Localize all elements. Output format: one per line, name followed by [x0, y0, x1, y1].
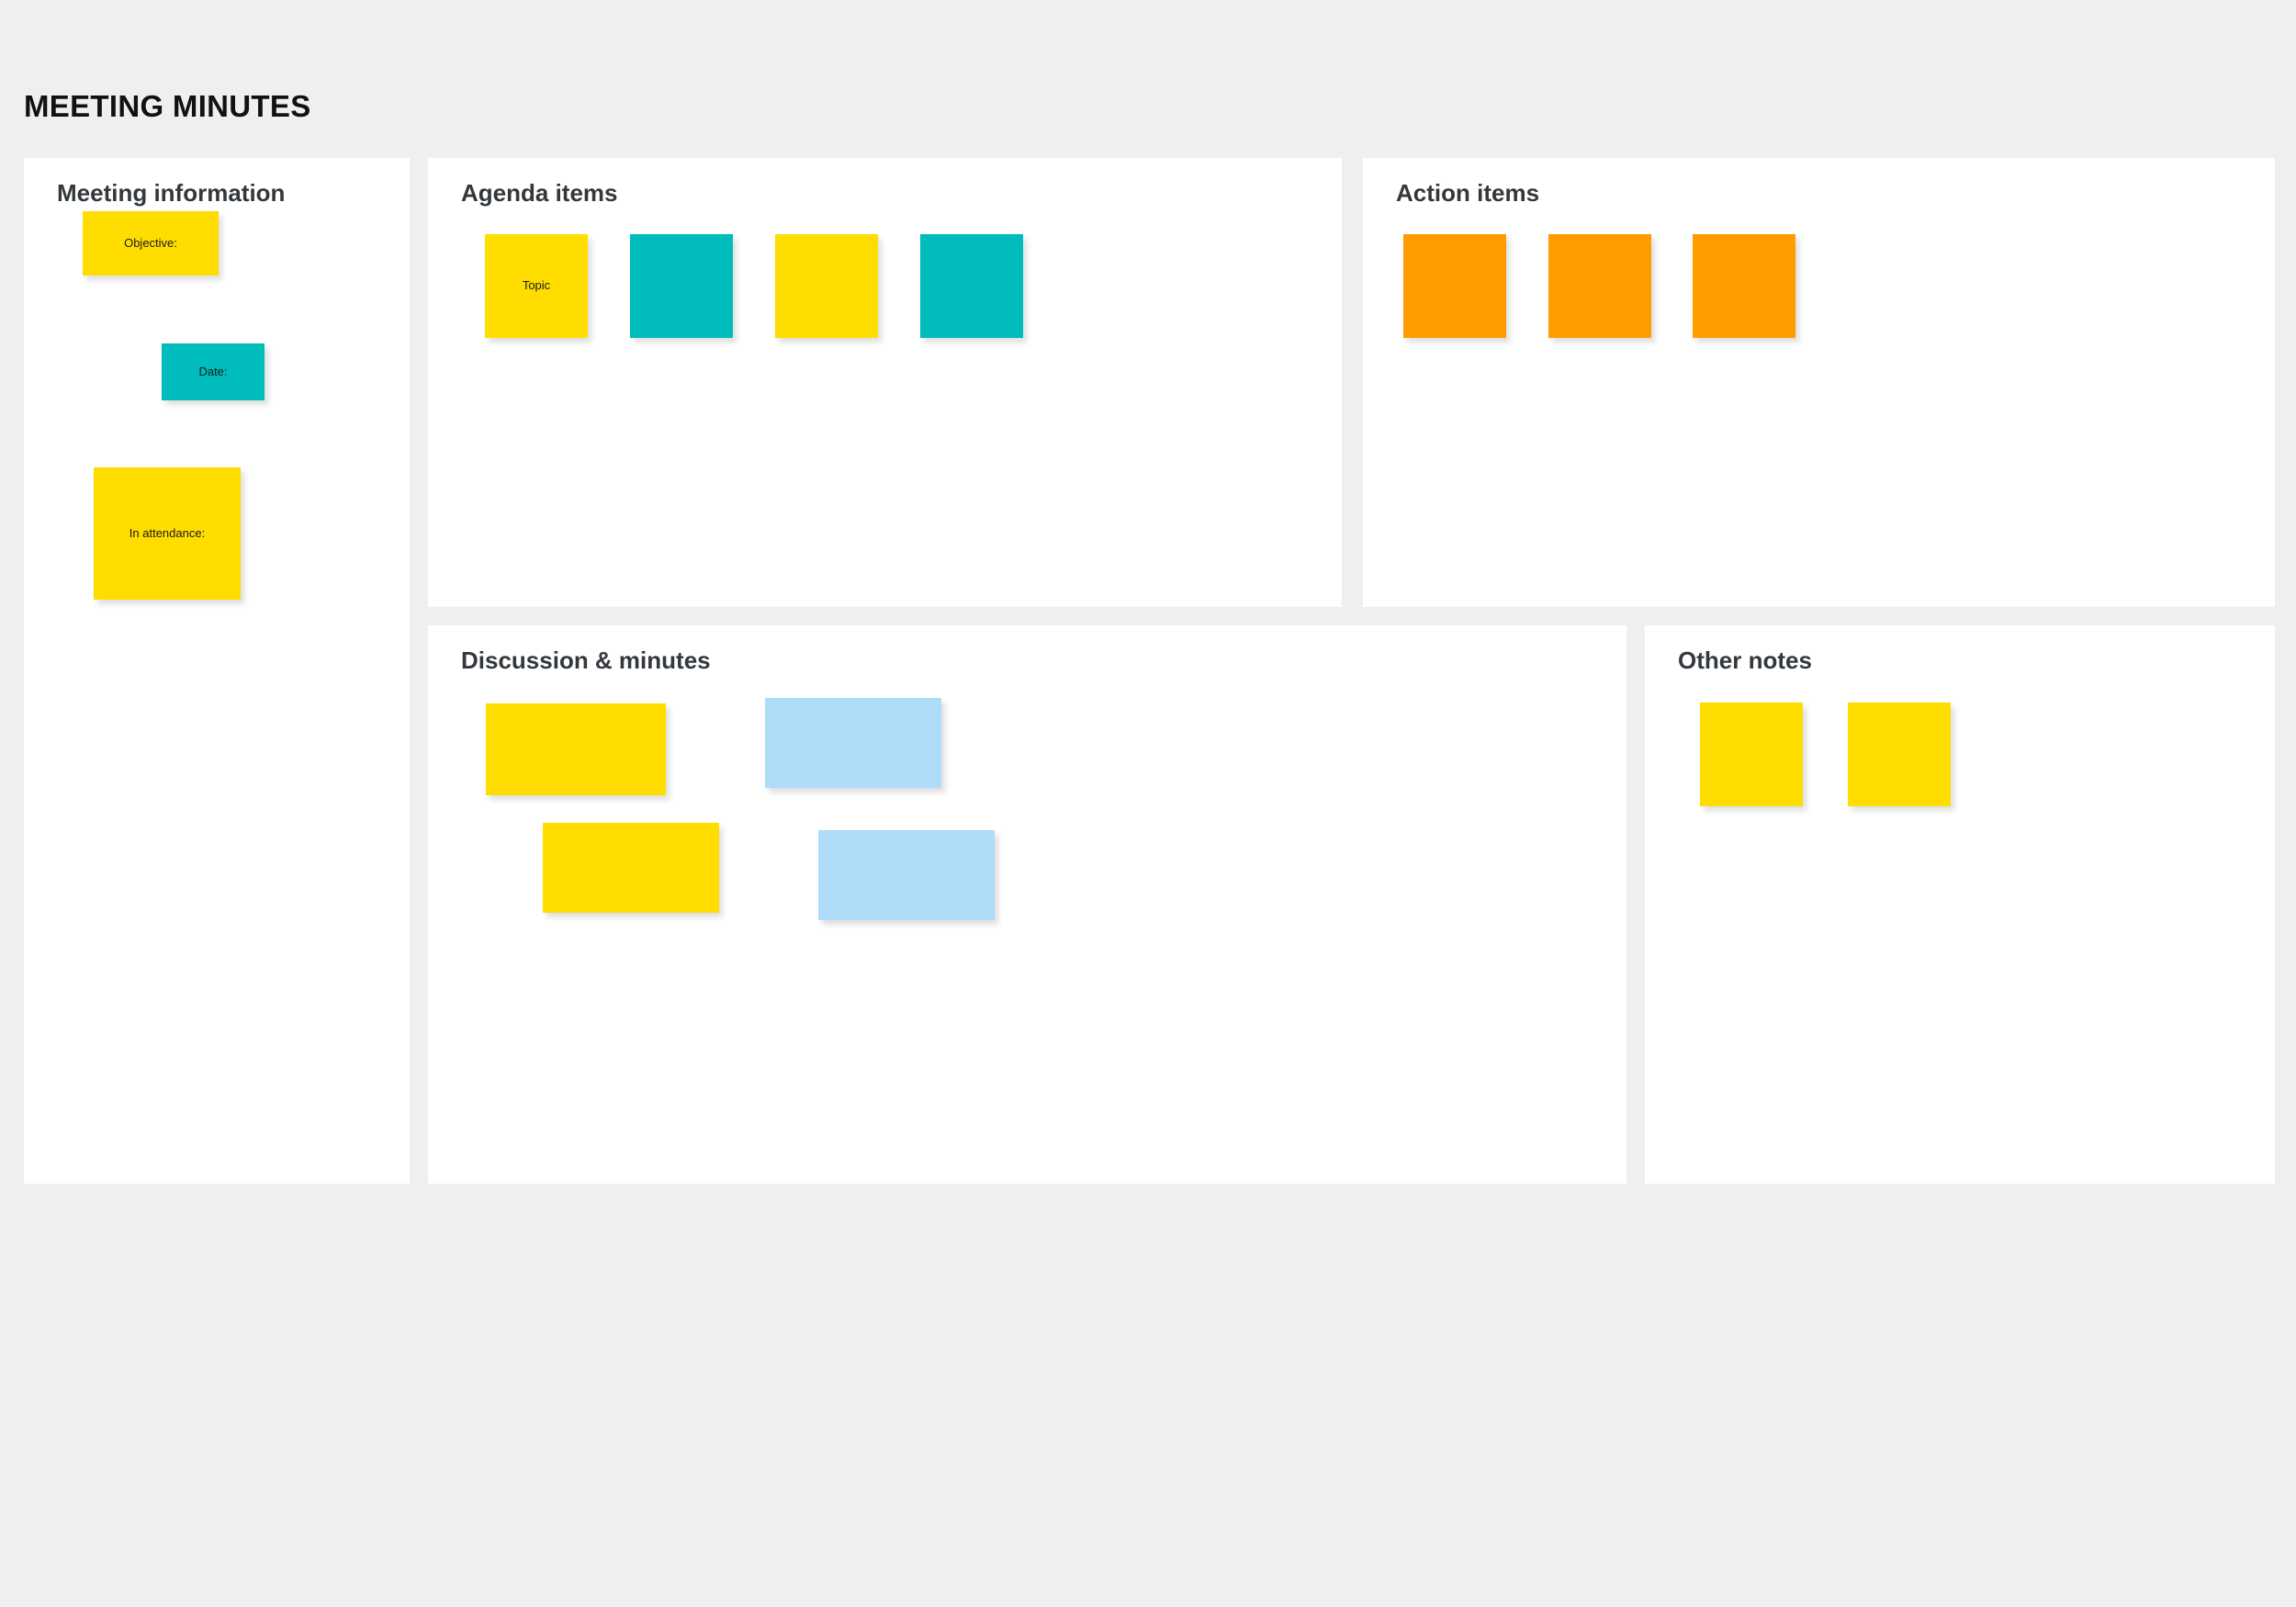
- note-canvas-other-notes[interactable]: [1645, 625, 2275, 1184]
- sticky-note[interactable]: Topic: [485, 234, 588, 338]
- panel-discussion-minutes[interactable]: Discussion & minutes: [428, 625, 1626, 1184]
- panel-meeting-information[interactable]: Meeting information Objective: Date: In at…: [24, 158, 410, 1184]
- sticky-note[interactable]: [543, 823, 719, 913]
- panel-action-items[interactable]: Action items: [1363, 158, 2275, 607]
- sticky-note[interactable]: [818, 830, 995, 920]
- sticky-note[interactable]: [775, 234, 878, 338]
- sticky-note[interactable]: [1693, 234, 1795, 338]
- sticky-note[interactable]: [1700, 702, 1803, 806]
- sticky-note[interactable]: [920, 234, 1023, 338]
- sticky-note[interactable]: [630, 234, 733, 338]
- sticky-note[interactable]: Date:: [162, 343, 264, 400]
- sticky-note[interactable]: [1548, 234, 1651, 338]
- panel-other-notes[interactable]: Other notes: [1645, 625, 2275, 1184]
- sticky-note-label: Objective:: [124, 235, 177, 250]
- note-canvas-meeting-information[interactable]: Objective: Date: In attendance:: [24, 158, 410, 1184]
- sticky-note[interactable]: [1848, 702, 1951, 806]
- note-canvas-discussion-minutes[interactable]: [428, 625, 1626, 1184]
- sticky-note[interactable]: [765, 698, 941, 788]
- sticky-note-label: Topic: [522, 278, 551, 293]
- sticky-note[interactable]: Objective:: [83, 211, 219, 275]
- board-title: MEETING MINUTES: [24, 89, 311, 123]
- sticky-note-label: Date:: [198, 364, 228, 378]
- panel-agenda-items[interactable]: Agenda items Topic: [428, 158, 1342, 607]
- sticky-note-label: In attendance:: [129, 525, 206, 540]
- note-canvas-action-items[interactable]: [1363, 158, 2275, 607]
- note-canvas-agenda-items[interactable]: Topic: [428, 158, 1342, 607]
- sticky-note[interactable]: [486, 703, 666, 795]
- sticky-note[interactable]: [1403, 234, 1506, 338]
- sticky-note[interactable]: In attendance:: [94, 467, 241, 600]
